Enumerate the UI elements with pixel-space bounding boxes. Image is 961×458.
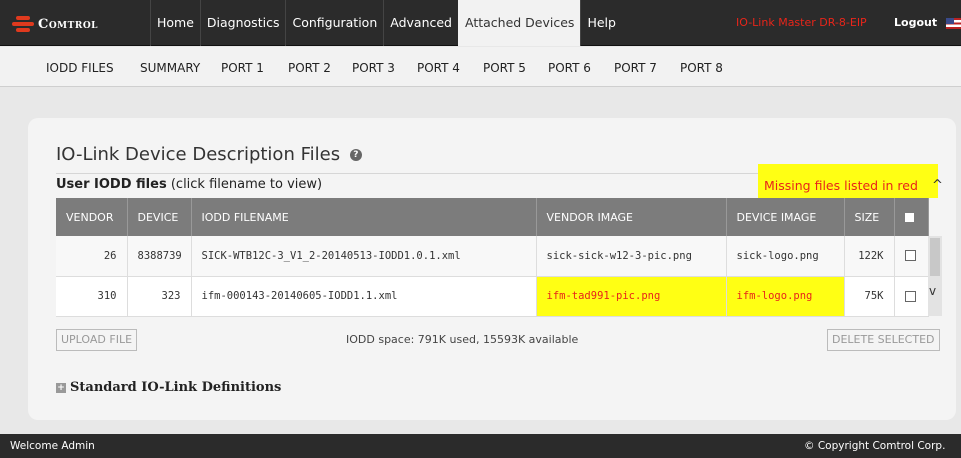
subnav-port-3[interactable]: PORT 3 xyxy=(352,61,395,75)
cell-device: 8388739 xyxy=(127,236,192,277)
iodd-space-info: IODD space: 791K used, 15593K available xyxy=(346,333,579,346)
row-checkbox[interactable] xyxy=(904,290,916,302)
user-iodd-heading: User IODD files (click filename to view) xyxy=(56,177,322,192)
language-flag-icon[interactable] xyxy=(946,18,961,29)
subnav-summary[interactable]: SUMMARY xyxy=(140,61,200,75)
nav-advanced[interactable]: Advanced xyxy=(383,0,458,46)
logout-link[interactable]: Logout xyxy=(894,0,937,46)
subnav-port-8[interactable]: PORT 8 xyxy=(680,61,723,75)
cell-vendor: 310 xyxy=(56,276,128,317)
standard-definitions-toggle[interactable]: + Standard IO-Link Definitions xyxy=(56,380,281,395)
chevron-down-icon[interactable]: v xyxy=(929,284,936,298)
missing-files-note: Missing files listed in red xyxy=(758,164,938,198)
col-iodd-filename[interactable]: IODD FILENAME xyxy=(191,198,537,236)
table-scrollbar[interactable] xyxy=(928,236,942,316)
expand-plus-icon[interactable]: + xyxy=(56,382,66,393)
subnav-port-4[interactable]: PORT 4 xyxy=(417,61,460,75)
table-header-row: VENDOR DEVICE IODD FILENAME VENDOR IMAGE… xyxy=(56,198,929,236)
cell-iodd-filename-link[interactable]: ifm-000143-20140605-IODD1.1.xml xyxy=(191,276,537,317)
col-size[interactable]: SIZE xyxy=(844,198,895,236)
subnav-port-2[interactable]: PORT 2 xyxy=(288,61,331,75)
cell-select[interactable] xyxy=(894,276,929,317)
upload-file-button[interactable]: UPLOAD FILE xyxy=(56,329,138,351)
cell-device-image[interactable]: sick-logo.png xyxy=(726,236,845,277)
cell-size: 122K xyxy=(844,236,895,277)
iodd-table: VENDOR DEVICE IODD FILENAME VENDOR IMAGE… xyxy=(56,198,929,317)
main-nav: Home Diagnostics Configuration Advanced … xyxy=(150,0,622,46)
col-vendor-image[interactable]: VENDOR IMAGE xyxy=(536,198,727,236)
nav-diagnostics[interactable]: Diagnostics xyxy=(199,0,286,46)
comtrol-logo[interactable]: Comtrol xyxy=(12,13,98,35)
subnav-port-5[interactable]: PORT 5 xyxy=(483,61,526,75)
select-all-box[interactable] xyxy=(904,213,914,222)
logo-icon xyxy=(12,14,34,34)
col-device-image[interactable]: DEVICE IMAGE xyxy=(726,198,845,236)
subnav-iodd-files[interactable]: IODD FILES xyxy=(46,61,114,75)
delete-selected-button[interactable]: DELETE SELECTED xyxy=(827,329,940,351)
subnav-port-7[interactable]: PORT 7 xyxy=(614,61,657,75)
cell-select[interactable] xyxy=(894,236,929,277)
standard-definitions-label: Standard IO-Link Definitions xyxy=(70,380,282,395)
sub-navbar: IODD FILES SUMMARY PORT 1 PORT 2 PORT 3 … xyxy=(0,47,961,87)
subnav-port-6[interactable]: PORT 6 xyxy=(548,61,591,75)
cell-device-image-missing[interactable]: ifm-logo.png xyxy=(726,276,845,317)
help-icon[interactable]: ? xyxy=(349,149,362,161)
logo-text: Comtrol xyxy=(38,16,98,32)
cell-device: 323 xyxy=(127,276,192,317)
col-device[interactable]: DEVICE xyxy=(127,198,192,236)
subnav-port-1[interactable]: PORT 1 xyxy=(221,61,264,75)
table-row: 26 8388739 SICK-WTB12C-3_V1_2-20140513-I… xyxy=(56,236,929,277)
iodd-panel: IO-Link Device Description Files ? Missi… xyxy=(28,118,956,420)
row-checkbox[interactable] xyxy=(904,250,916,262)
welcome-text: Welcome Admin xyxy=(10,440,95,452)
table-row: 310 323 ifm-000143-20140605-IODD1.1.xml … xyxy=(56,276,929,317)
cell-vendor-image[interactable]: sick-sick-w12-3-pic.png xyxy=(536,236,727,277)
device-name: IO-Link Master DR-8-EIP xyxy=(736,16,867,29)
page-title-text: IO-Link Device Description Files xyxy=(56,144,341,165)
nav-help[interactable]: Help xyxy=(580,0,622,46)
nav-configuration[interactable]: Configuration xyxy=(285,0,383,46)
cell-size: 75K xyxy=(844,276,895,317)
nav-home[interactable]: Home xyxy=(150,0,200,46)
col-vendor[interactable]: VENDOR xyxy=(56,198,128,236)
user-iodd-label: User IODD files xyxy=(56,177,167,192)
select-all-checkbox[interactable] xyxy=(894,198,929,236)
top-navbar: Comtrol Home Diagnostics Configuration A… xyxy=(0,0,961,46)
scroll-thumb[interactable] xyxy=(930,238,940,276)
cell-vendor-image-missing[interactable]: ifm-tad991-pic.png xyxy=(536,276,727,317)
copyright-text: © Copyright Comtrol Corp. xyxy=(804,440,946,452)
page-title: IO-Link Device Description Files ? xyxy=(56,144,362,165)
chevron-up-icon[interactable]: ^ xyxy=(932,178,943,193)
nav-attached-devices[interactable]: Attached Devices xyxy=(458,0,581,46)
user-iodd-hint: (click filename to view) xyxy=(170,177,323,192)
cell-iodd-filename-link[interactable]: SICK-WTB12C-3_V1_2-20140513-IODD1.0.1.xm… xyxy=(191,236,537,277)
cell-vendor: 26 xyxy=(56,236,128,277)
footer: Welcome Admin © Copyright Comtrol Corp. xyxy=(0,434,961,458)
